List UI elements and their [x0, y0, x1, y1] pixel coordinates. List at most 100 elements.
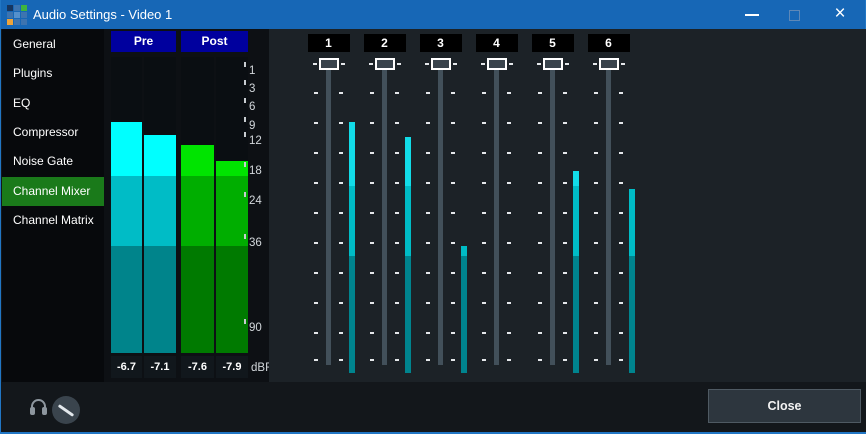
channel-header: 5 — [532, 34, 574, 52]
fader-tick — [509, 63, 513, 65]
fader-handle[interactable] — [487, 58, 507, 70]
fader-track[interactable] — [326, 64, 331, 365]
sidebar-item-plugins[interactable]: Plugins — [2, 59, 104, 88]
fader-tick — [619, 332, 623, 334]
fader-tick — [370, 272, 374, 274]
fader-tick — [538, 92, 542, 94]
fader-tick — [451, 122, 455, 124]
channel-meter-segment — [405, 256, 411, 373]
scale-tick — [244, 98, 246, 103]
scale-label: 12 — [249, 134, 262, 148]
fader-tick — [482, 359, 486, 361]
meter-value: -6.7 — [111, 356, 142, 378]
fader-tick — [426, 242, 430, 244]
sidebar-item-noise-gate[interactable]: Noise Gate — [2, 147, 104, 176]
pre-meter-header: Pre — [111, 31, 176, 52]
fader-tick — [619, 182, 623, 184]
audio-settings-window: Audio Settings - Video 1 × GeneralPlugin… — [0, 0, 866, 434]
scale-label: 90 — [249, 321, 262, 335]
fader-tick — [339, 242, 343, 244]
fader-tick — [563, 122, 567, 124]
fader-tick — [451, 359, 455, 361]
fader-tick — [426, 272, 430, 274]
fader-tick — [395, 359, 399, 361]
fader-tick — [563, 92, 567, 94]
channel-meter-segment — [573, 256, 579, 373]
channel-meter-segment — [461, 256, 467, 373]
fader-tick — [453, 63, 457, 65]
fader-tick — [426, 302, 430, 304]
meter-bar-segment — [144, 135, 176, 176]
sidebar-item-general[interactable]: General — [2, 30, 104, 59]
sidebar-item-compressor[interactable]: Compressor — [2, 118, 104, 147]
channel-meter-segment — [629, 256, 635, 373]
fader-tick — [538, 182, 542, 184]
fader-tick — [313, 63, 317, 65]
fader-tick — [594, 242, 598, 244]
channel-header: 6 — [588, 34, 630, 52]
fader-tick — [538, 212, 542, 214]
fader-tick — [425, 63, 429, 65]
channel-meter-segment — [405, 186, 411, 256]
fader-tick — [451, 92, 455, 94]
fader-tick — [339, 272, 343, 274]
fader-tick — [507, 242, 511, 244]
monitor-volume-knob[interactable] — [52, 396, 80, 424]
fader-handle[interactable] — [431, 58, 451, 70]
fader-tick — [563, 359, 567, 361]
fader-tick — [451, 242, 455, 244]
channel-meter-segment — [349, 256, 355, 373]
logo-square — [14, 5, 20, 11]
fader-tick — [563, 212, 567, 214]
fader-tick — [538, 359, 542, 361]
fader-tick — [395, 122, 399, 124]
fader-handle[interactable] — [375, 58, 395, 70]
fader-tick — [370, 359, 374, 361]
meter-bar-segment — [216, 246, 248, 353]
fader-tick — [482, 302, 486, 304]
fader-tick — [538, 272, 542, 274]
fader-handle[interactable] — [599, 58, 619, 70]
close-button[interactable]: Close — [708, 389, 861, 423]
fader-tick — [370, 212, 374, 214]
logo-square — [21, 19, 27, 25]
fader-tick — [594, 122, 598, 124]
minimize-button[interactable] — [735, 0, 769, 29]
fader-tick — [339, 359, 343, 361]
fader-tick — [395, 182, 399, 184]
scale-tick — [244, 319, 246, 324]
knob-pointer-icon — [58, 404, 74, 417]
meter-bar-segment — [181, 145, 214, 176]
fader-tick — [395, 302, 399, 304]
fader-handle[interactable] — [319, 58, 339, 70]
headphones-cup-right — [42, 407, 47, 415]
fader-tick — [507, 359, 511, 361]
sidebar-item-channel-matrix[interactable]: Channel Matrix — [2, 206, 104, 235]
fader-track[interactable] — [550, 64, 555, 365]
fader-tick — [565, 63, 569, 65]
sidebar-item-eq[interactable]: EQ — [2, 89, 104, 118]
fader-handle[interactable] — [543, 58, 563, 70]
fader-tick — [619, 272, 623, 274]
meter-column — [144, 57, 176, 353]
fader-tick — [451, 152, 455, 154]
fader-tick — [370, 332, 374, 334]
headphones-icon[interactable] — [28, 397, 50, 419]
fader-tick — [482, 152, 486, 154]
fader-track[interactable] — [606, 64, 611, 365]
fader-track[interactable] — [382, 64, 387, 365]
sidebar-item-channel-mixer[interactable]: Channel Mixer — [2, 177, 104, 206]
logo-square — [7, 19, 13, 25]
window-close-button[interactable]: × — [823, 0, 857, 29]
fader-track[interactable] — [438, 64, 443, 365]
meter-bar-segment — [181, 246, 214, 353]
fader-tick — [538, 332, 542, 334]
fader-tick — [339, 332, 343, 334]
fader-tick — [594, 182, 598, 184]
fader-tick — [451, 302, 455, 304]
meter-value: -7.1 — [144, 356, 176, 378]
fader-track[interactable] — [494, 64, 499, 365]
scale-label: 3 — [249, 82, 255, 96]
fader-tick — [369, 63, 373, 65]
scale-label: 6 — [249, 100, 255, 114]
